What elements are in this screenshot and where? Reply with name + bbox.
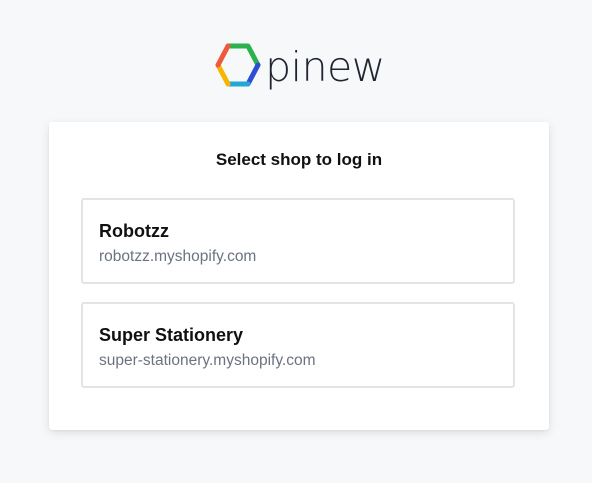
shop-option-super-stationery[interactable]: Super Stationery super-stationery.myshop…: [81, 302, 515, 388]
shop-name: Super Stationery: [99, 325, 244, 345]
logo-lockup: pinew: [213, 41, 385, 89]
logo-wordmark: pinew: [265, 42, 385, 91]
shop-domain: robotzz.myshopify.com: [99, 248, 257, 265]
card-title: Select shop to log in: [215, 150, 383, 169]
shop-name: Robotzz: [99, 221, 169, 241]
opinew-logo: pinew: [0, 36, 592, 94]
shop-select-card: Select shop to log in Robotzz robotzz.my…: [49, 122, 549, 430]
shop-option-robotzz[interactable]: Robotzz robotzz.myshopify.com: [81, 198, 515, 284]
shop-domain: super-stationery.myshopify.com: [99, 352, 316, 369]
hexagon-logo-icon: [215, 43, 261, 87]
